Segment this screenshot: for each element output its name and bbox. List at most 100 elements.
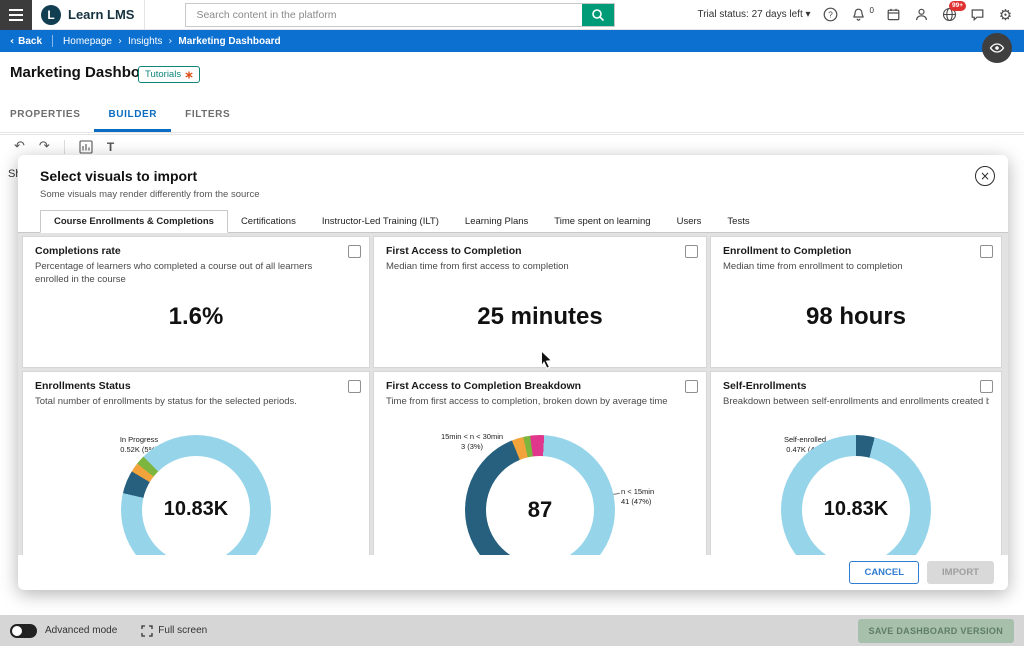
redo-icon[interactable]: ↷ [39,139,50,154]
modal-tab-certifications[interactable]: Certifications [228,211,309,232]
donut-chart-enrollments-status: In Progress 0.52K (5%) 10.83K [81,435,311,555]
cancel-button[interactable]: CANCEL [849,561,919,584]
card-description: Total number of enrollments by status fo… [35,396,357,409]
donut-chart-self-enrollments: Self-enrolled 0.47K (4%) 10.83K [741,435,971,555]
search-icon [591,8,605,22]
modal-tab-users[interactable]: Users [664,211,715,232]
globe-icon[interactable]: 99+ [941,6,958,23]
visual-card-self-enrollments[interactable]: Self-Enrollments Breakdown between self-… [710,371,1002,555]
import-visuals-modal: × Select visuals to import Some visuals … [18,155,1008,590]
tutorials-flower-icon [185,71,193,79]
card-title: First Access to Completion [386,245,694,257]
logo-text: Learn LMS [68,7,134,22]
card-checkbox[interactable] [685,380,698,393]
breadcrumb-insights[interactable]: Insights [128,36,162,47]
toggle-knob [12,626,22,636]
card-checkbox[interactable] [348,245,361,258]
modal-tab-time-spent[interactable]: Time spent on learning [541,211,663,232]
card-description: Percentage of learners who completed a c… [35,261,357,287]
card-description: Median time from enrollment to completio… [723,261,989,274]
breadcrumb-current: Marketing Dashboard [178,36,280,47]
user-icon[interactable] [913,6,930,23]
help-icon[interactable]: ? [822,6,839,23]
chevron-right-icon: › [168,36,172,47]
topbar-divider [144,0,145,29]
card-title: Enrollment to Completion [723,245,989,257]
full-screen-button[interactable]: Full screen [141,625,207,637]
breadcrumb: Homepage › Insights › Marketing Dashboar… [53,36,281,47]
notifications-bell-icon[interactable] [850,6,867,23]
visuals-grid: Completions rate Percentage of learners … [18,233,1008,555]
card-checkbox[interactable] [348,380,361,393]
bell-count: 0 [870,6,874,15]
tutorials-badge[interactable]: Tutorials [138,66,200,83]
caret-down-icon: ▾ [806,9,811,20]
visual-card-completions-rate[interactable]: Completions rate Percentage of learners … [22,236,370,368]
add-chart-icon[interactable] [79,140,93,154]
chat-icon[interactable] [969,6,986,23]
modal-tab-learning-plans[interactable]: Learning Plans [452,211,541,232]
svg-text:?: ? [828,9,833,19]
card-description: Median time from first access to complet… [386,261,694,274]
close-x: × [980,169,990,183]
full-screen-label: Full screen [158,625,207,636]
modal-tabs: Course Enrollments & Completions Certifi… [18,210,1008,233]
close-icon[interactable]: × [975,166,995,186]
visual-card-first-access-to-completion[interactable]: First Access to Completion Median time f… [373,236,707,368]
page-tabs: PROPERTIES BUILDER FILTERS [0,100,1024,133]
card-title: First Access to Completion Breakdown [386,380,694,392]
add-text-icon[interactable]: T [107,140,114,154]
card-checkbox[interactable] [980,245,993,258]
toolbar-divider [64,140,65,154]
modal-tab-course-enrollments[interactable]: Course Enrollments & Completions [40,210,228,233]
back-label: Back [18,36,42,47]
gear-icon[interactable]: ⚙ [997,6,1014,23]
donut-center-value: 10.83K [802,456,910,555]
chart-annotation: n < 15min 41 (47%) [621,487,685,507]
save-dashboard-version-button[interactable]: SAVE DASHBOARD VERSION [858,619,1014,643]
card-checkbox[interactable] [685,245,698,258]
app-logo[interactable]: L Learn LMS [32,5,144,25]
tab-properties[interactable]: PROPERTIES [10,100,94,132]
card-checkbox[interactable] [980,380,993,393]
breadcrumb-bar: ‹ Back Homepage › Insights › Marketing D… [0,30,1024,52]
bottom-bar: Advanced mode Full screen SAVE DASHBOARD… [0,615,1024,646]
search-button[interactable] [582,4,614,26]
preview-eye-button[interactable] [982,33,1012,63]
import-button[interactable]: IMPORT [927,561,994,584]
undo-icon[interactable]: ↶ [14,139,25,154]
search-input[interactable] [186,4,582,26]
chevron-right-icon: › [118,36,122,47]
global-search [185,3,615,27]
advanced-mode-label: Advanced mode [45,625,117,636]
notification-badge: 99+ [949,1,966,11]
tab-builder[interactable]: BUILDER [94,100,171,132]
eye-icon [989,40,1005,56]
trial-status-dropdown[interactable]: Trial status: 27 days left ▾ [697,9,810,20]
metric-value: 25 minutes [374,303,706,331]
advanced-mode-toggle[interactable] [10,624,37,638]
back-button[interactable]: ‹ Back [0,36,52,47]
metric-value: 1.6% [23,303,369,331]
card-title: Completions rate [35,245,357,257]
modal-tab-tests[interactable]: Tests [714,211,762,232]
donut-chart-first-access-breakdown: 15min < n < 30min 3 (3%) n < 15min 41 (4… [425,435,655,555]
visual-card-enrollments-status[interactable]: Enrollments Status Total number of enrol… [22,371,370,555]
donut-ring: 87 [465,435,615,555]
tab-filters[interactable]: FILTERS [171,100,244,132]
modal-tab-ilt[interactable]: Instructor-Led Training (ILT) [309,211,452,232]
modal-subtitle: Some visuals may render differently from… [18,184,1008,200]
trial-status-label: Trial status: [697,9,748,20]
topbar-right: Trial status: 27 days left ▾ ? 0 [697,6,1024,23]
chevron-left-icon: ‹ [10,36,14,47]
card-title: Self-Enrollments [723,380,989,392]
card-title: Enrollments Status [35,380,357,392]
visual-card-enrollment-to-completion[interactable]: Enrollment to Completion Median time fro… [710,236,1002,368]
donut-center-value: 87 [486,456,594,555]
modal-title: Select visuals to import [18,155,1008,184]
hamburger-menu-icon[interactable] [0,0,32,30]
breadcrumb-homepage[interactable]: Homepage [63,36,112,47]
calendar-icon[interactable] [885,6,902,23]
visual-card-first-access-breakdown[interactable]: First Access to Completion Breakdown Tim… [373,371,707,555]
tutorials-label: Tutorials [145,69,181,80]
